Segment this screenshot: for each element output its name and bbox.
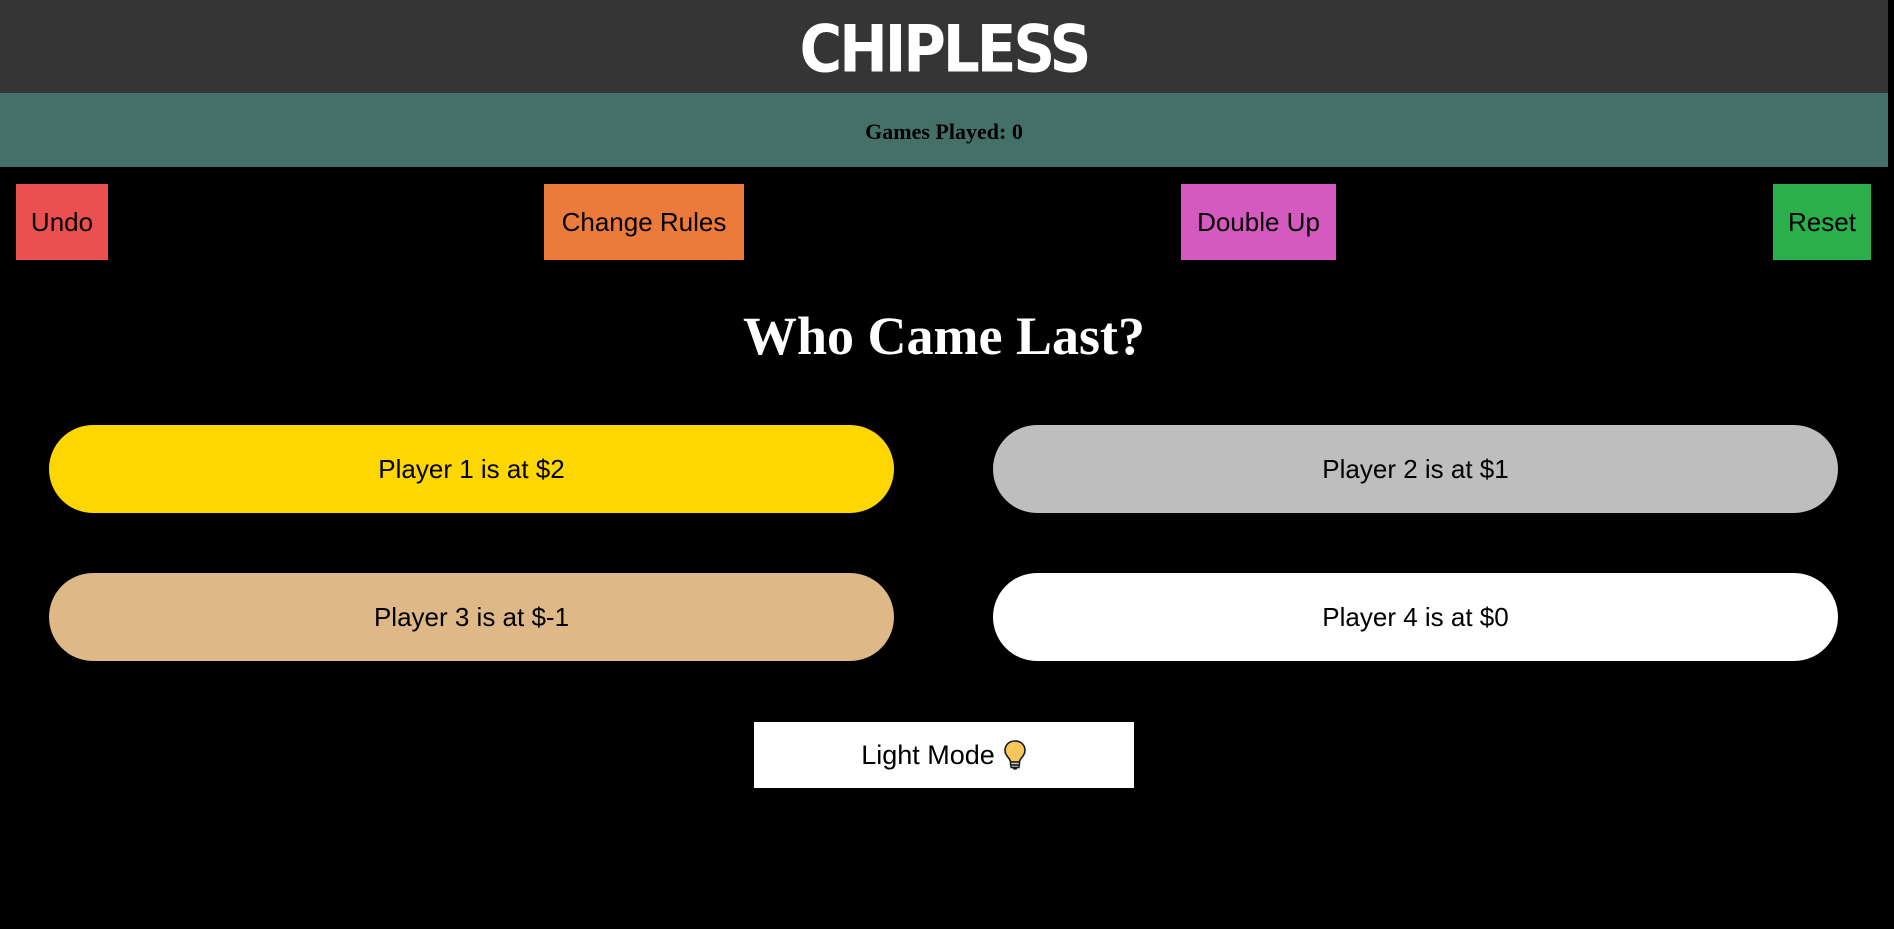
change-rules-button[interactable]: Change Rules — [544, 184, 744, 260]
undo-button[interactable]: Undo — [16, 184, 108, 260]
lightbulb-icon — [1003, 739, 1027, 771]
player-2-button[interactable]: Player 2 is at $1 — [993, 425, 1838, 513]
games-played-label: Games Played: 0 — [865, 119, 1023, 144]
light-mode-label: Light Mode — [861, 739, 995, 770]
who-came-last-heading: Who Came Last? — [743, 306, 1145, 366]
app-title: CHIPLESS — [799, 10, 1092, 87]
games-played-bar: Games Played: 0 — [0, 93, 1888, 167]
app-header: CHIPLESS — [0, 0, 1888, 93]
app-root: CHIPLESS Games Played: 0 Undo Change Rul… — [0, 0, 1888, 929]
reset-button[interactable]: Reset — [1773, 184, 1871, 260]
player-1-button[interactable]: Player 1 is at $2 — [49, 425, 894, 513]
player-3-button[interactable]: Player 3 is at $-1 — [49, 573, 894, 661]
light-mode-toggle-button[interactable]: Light Mode — [754, 722, 1134, 788]
double-up-button[interactable]: Double Up — [1181, 184, 1336, 260]
player-4-button[interactable]: Player 4 is at $0 — [993, 573, 1838, 661]
